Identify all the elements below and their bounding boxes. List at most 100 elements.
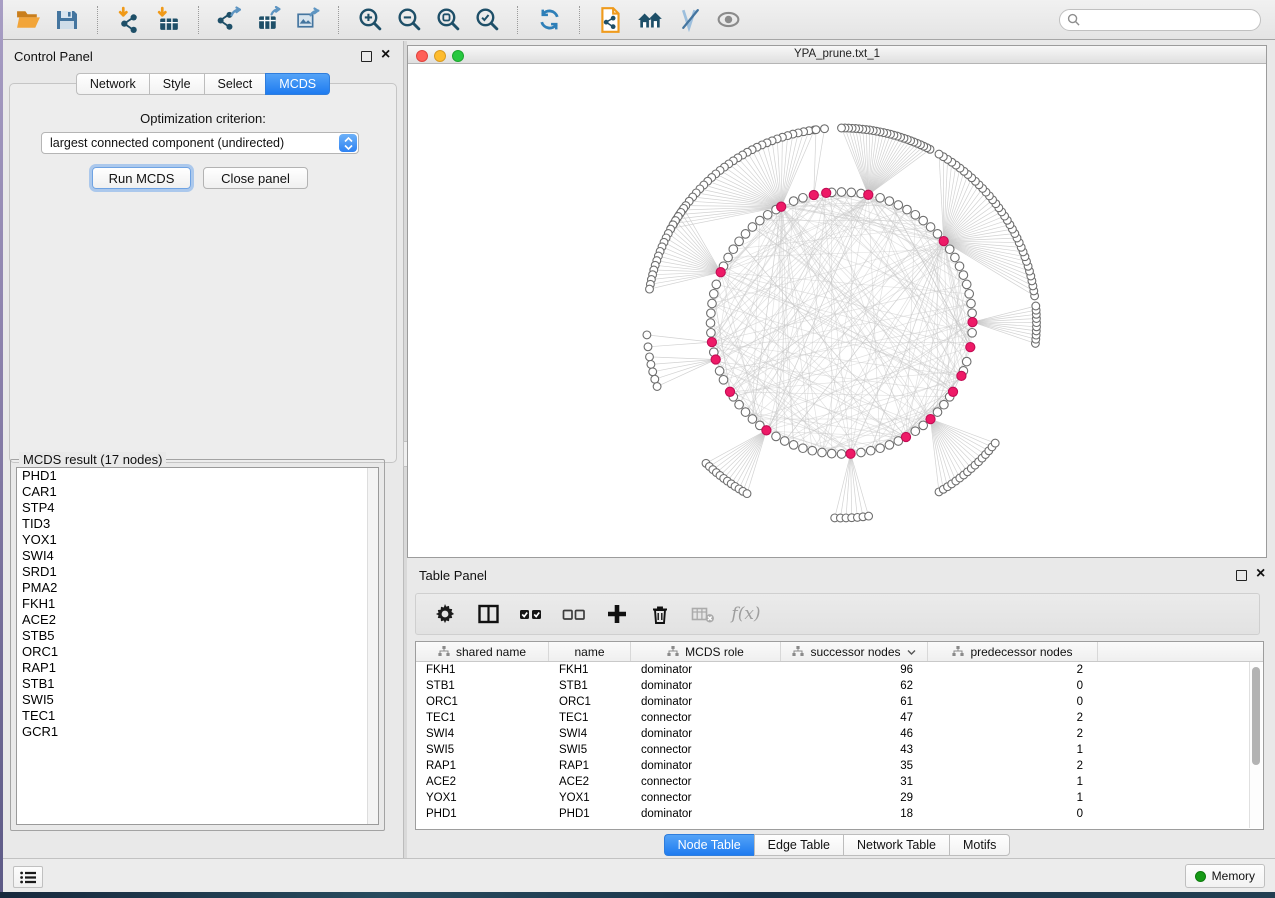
graph-mcds-hub-node[interactable] bbox=[716, 268, 725, 277]
mcds-result-item[interactable]: ORC1 bbox=[17, 644, 378, 660]
tab-motifs[interactable]: Motifs bbox=[949, 834, 1010, 856]
network-graph-canvas[interactable] bbox=[408, 64, 1266, 558]
table-row[interactable]: TEC1TEC1connector472 bbox=[416, 710, 1263, 726]
mcds-result-item[interactable]: STB5 bbox=[17, 628, 378, 644]
graph-mcds-hub-node[interactable] bbox=[777, 202, 786, 211]
show-eye-icon[interactable] bbox=[713, 5, 743, 35]
graph-ring-node[interactable] bbox=[799, 194, 808, 203]
graph-leaf-node[interactable] bbox=[646, 285, 654, 293]
graph-mcds-hub-node[interactable] bbox=[822, 188, 831, 197]
graph-ring-node[interactable] bbox=[919, 421, 928, 430]
mcds-result-item[interactable]: SWI5 bbox=[17, 692, 378, 708]
graph-ring-node[interactable] bbox=[789, 441, 798, 450]
graph-ring-node[interactable] bbox=[885, 441, 894, 450]
column-header-MCDS-role[interactable]: MCDS role bbox=[631, 642, 781, 661]
graph-mcds-hub-node[interactable] bbox=[707, 338, 716, 347]
graph-ring-node[interactable] bbox=[837, 188, 846, 197]
new-network-document-icon[interactable] bbox=[596, 5, 626, 35]
graph-mcds-hub-node[interactable] bbox=[901, 432, 910, 441]
graph-mcds-hub-node[interactable] bbox=[725, 387, 734, 396]
select-all-icon[interactable] bbox=[518, 601, 544, 627]
graph-mcds-hub-node[interactable] bbox=[864, 190, 873, 199]
graph-ring-node[interactable] bbox=[933, 230, 942, 239]
graph-leaf-node[interactable] bbox=[649, 368, 657, 376]
optimization-criterion-select[interactable]: largest connected component (undirected) bbox=[41, 132, 359, 154]
graph-leaf-node[interactable] bbox=[643, 331, 651, 339]
mcds-result-item[interactable]: PHD1 bbox=[17, 468, 378, 484]
graph-ring-node[interactable] bbox=[945, 245, 954, 254]
graph-mcds-hub-node[interactable] bbox=[846, 449, 855, 458]
mcds-result-item[interactable]: RAP1 bbox=[17, 660, 378, 676]
graph-mcds-hub-node[interactable] bbox=[968, 318, 977, 327]
memory-button[interactable]: Memory bbox=[1185, 864, 1265, 888]
graph-ring-node[interactable] bbox=[903, 205, 912, 214]
tab-edge-table[interactable]: Edge Table bbox=[754, 834, 843, 856]
graph-ring-node[interactable] bbox=[926, 223, 935, 232]
graph-mcds-hub-node[interactable] bbox=[926, 415, 935, 424]
graph-leaf-node[interactable] bbox=[644, 343, 652, 351]
mcds-result-item[interactable]: STB1 bbox=[17, 676, 378, 692]
mcds-result-list[interactable]: PHD1CAR1STP4TID3YOX1SWI4SRD1PMA2FKH1ACE2… bbox=[16, 467, 379, 825]
graph-leaf-node[interactable] bbox=[653, 383, 661, 391]
table-settings-icon[interactable] bbox=[432, 601, 458, 627]
network-window-titlebar[interactable]: YPA_prune.txt_1 bbox=[408, 46, 1266, 64]
table-row[interactable]: FKH1FKH1dominator962 bbox=[416, 662, 1263, 678]
mcds-result-item[interactable]: CAR1 bbox=[17, 484, 378, 500]
graph-ring-node[interactable] bbox=[962, 280, 971, 289]
close-panel-button[interactable]: Close panel bbox=[203, 167, 308, 189]
table-row[interactable]: RAP1RAP1dominator352 bbox=[416, 758, 1263, 774]
table-row[interactable]: ACE2ACE2connector311 bbox=[416, 774, 1263, 790]
graph-ring-node[interactable] bbox=[955, 262, 964, 271]
zoom-out-icon[interactable] bbox=[394, 5, 424, 35]
graph-mcds-hub-node[interactable] bbox=[957, 371, 966, 380]
float-panel-icon[interactable] bbox=[361, 51, 372, 62]
table-row[interactable]: STB1STB1dominator620 bbox=[416, 678, 1263, 694]
show-columns-icon[interactable] bbox=[475, 601, 501, 627]
go-home-icon[interactable] bbox=[635, 5, 665, 35]
graph-ring-node[interactable] bbox=[968, 309, 977, 318]
graph-leaf-node[interactable] bbox=[812, 126, 820, 134]
graph-leaf-node[interactable] bbox=[865, 512, 873, 520]
graph-ring-node[interactable] bbox=[968, 329, 977, 338]
mcds-result-item[interactable]: STP4 bbox=[17, 500, 378, 516]
graph-ring-node[interactable] bbox=[911, 211, 920, 220]
mcds-result-item[interactable]: TEC1 bbox=[17, 708, 378, 724]
graph-mcds-hub-node[interactable] bbox=[948, 387, 957, 396]
refresh-view-icon[interactable] bbox=[534, 5, 564, 35]
graph-leaf-node[interactable] bbox=[646, 353, 654, 361]
table-row[interactable]: PHD1PHD1dominator180 bbox=[416, 806, 1263, 822]
graph-ring-node[interactable] bbox=[911, 427, 920, 436]
graph-ring-node[interactable] bbox=[763, 211, 772, 220]
graph-ring-node[interactable] bbox=[857, 448, 866, 457]
import-network-icon[interactable] bbox=[114, 5, 144, 35]
graph-leaf-node[interactable] bbox=[651, 375, 659, 383]
search-input[interactable] bbox=[1085, 12, 1253, 28]
run-mcds-button[interactable]: Run MCDS bbox=[92, 167, 191, 189]
graph-ring-node[interactable] bbox=[748, 223, 757, 232]
graph-ring-node[interactable] bbox=[741, 230, 750, 239]
import-table-icon[interactable] bbox=[153, 5, 183, 35]
graph-ring-node[interactable] bbox=[962, 357, 971, 366]
export-table-icon[interactable] bbox=[254, 5, 284, 35]
tab-node-table[interactable]: Node Table bbox=[664, 834, 754, 856]
graph-ring-node[interactable] bbox=[724, 253, 733, 262]
graph-ring-node[interactable] bbox=[885, 197, 894, 206]
tab-mcds[interactable]: MCDS bbox=[265, 73, 330, 95]
column-header-successor-nodes[interactable]: successor nodes bbox=[781, 642, 928, 661]
graph-ring-node[interactable] bbox=[780, 437, 789, 446]
zoom-fit-icon[interactable] bbox=[433, 5, 463, 35]
zoom-in-icon[interactable] bbox=[355, 5, 385, 35]
graph-ring-node[interactable] bbox=[729, 245, 738, 254]
graph-ring-node[interactable] bbox=[818, 448, 827, 457]
graph-ring-node[interactable] bbox=[712, 280, 721, 289]
graph-ring-node[interactable] bbox=[789, 197, 798, 206]
tab-network-table[interactable]: Network Table bbox=[843, 834, 949, 856]
graph-ring-node[interactable] bbox=[959, 271, 968, 280]
graph-ring-node[interactable] bbox=[706, 319, 715, 328]
tab-select[interactable]: Select bbox=[204, 73, 266, 95]
graph-ring-node[interactable] bbox=[866, 446, 875, 455]
graph-ring-node[interactable] bbox=[827, 449, 836, 458]
graph-ring-node[interactable] bbox=[756, 216, 765, 225]
graph-ring-node[interactable] bbox=[940, 400, 949, 409]
graph-leaf-node[interactable] bbox=[1032, 302, 1040, 310]
